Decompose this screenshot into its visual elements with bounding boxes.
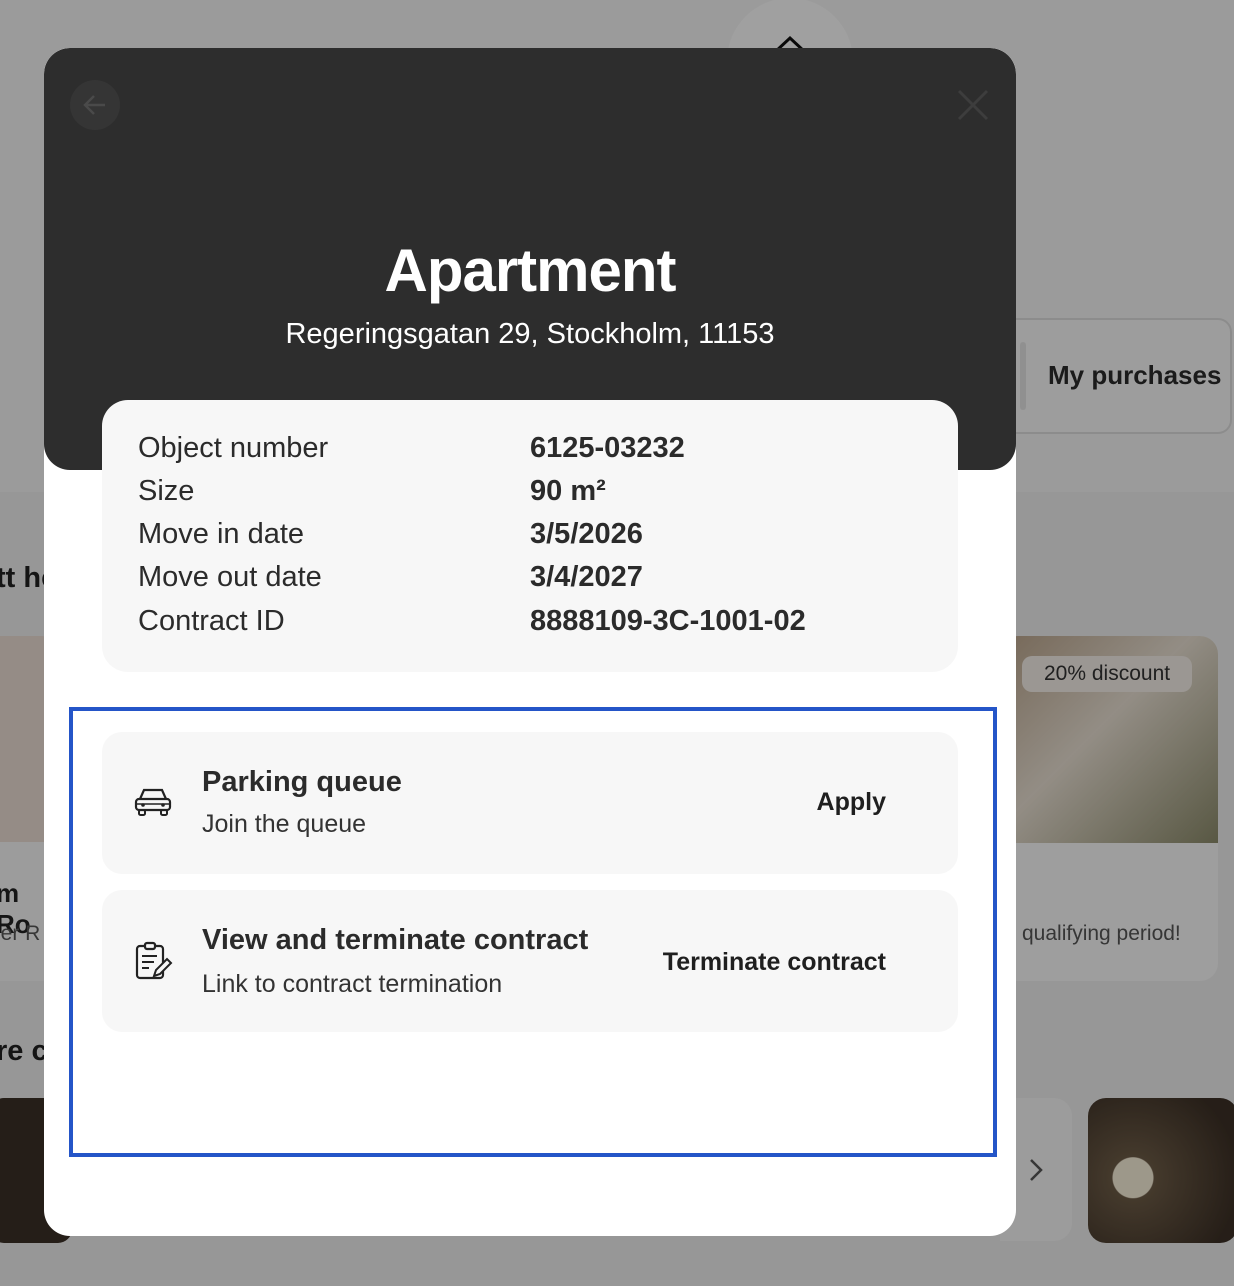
back-button[interactable] [70,80,120,130]
detail-label: Move in date [138,518,305,550]
close-button[interactable] [952,84,994,126]
modal-title: Apartment [384,237,676,304]
close-icon [957,89,989,121]
detail-label: Move out date [138,561,322,593]
apartment-details-card: Object number 6125-03232 Size 90 m² Move… [102,400,958,672]
detail-row-size: Size 90 m² [138,475,938,515]
detail-label: Size [138,475,195,507]
detail-value: 3/5/2026 [530,518,643,550]
car-icon [134,788,172,816]
detail-label: Object number [138,432,329,464]
contract-edit-icon [135,941,173,980]
detail-row-move-in-date: Move in date 3/5/2026 [138,518,938,558]
terminate-contract-title: View and terminate contract [202,924,589,956]
modal-address: Regeringsgatan 29, Stockholm, 11153 [285,318,775,350]
detail-row-object-number: Object number 6125-03232 [138,432,938,472]
detail-value: 8888109-3C-1001-02 [530,605,806,637]
terminate-contract-button[interactable]: Terminate contract [663,948,886,977]
apply-button[interactable]: Apply [817,788,886,817]
parking-queue-card[interactable]: Parking queue Join the queue Apply [102,732,958,874]
detail-value: 6125-03232 [530,432,685,464]
arrow-left-icon [83,95,105,115]
detail-label: Contract ID [138,605,285,637]
parking-queue-title: Parking queue [202,766,402,798]
detail-row-move-out-date: Move out date 3/4/2027 [138,561,938,601]
apartment-modal: Apartment Regeringsgatan 29, Stockholm, … [44,48,1016,1236]
terminate-contract-card[interactable]: View and terminate contract Link to cont… [102,890,958,1032]
detail-row-contract-id: Contract ID 8888109-3C-1001-02 [138,605,938,645]
parking-queue-subtitle: Join the queue [202,810,367,838]
detail-value: 90 m² [530,475,606,507]
terminate-contract-subtitle: Link to contract termination [202,970,503,998]
detail-value: 3/4/2027 [530,561,643,593]
